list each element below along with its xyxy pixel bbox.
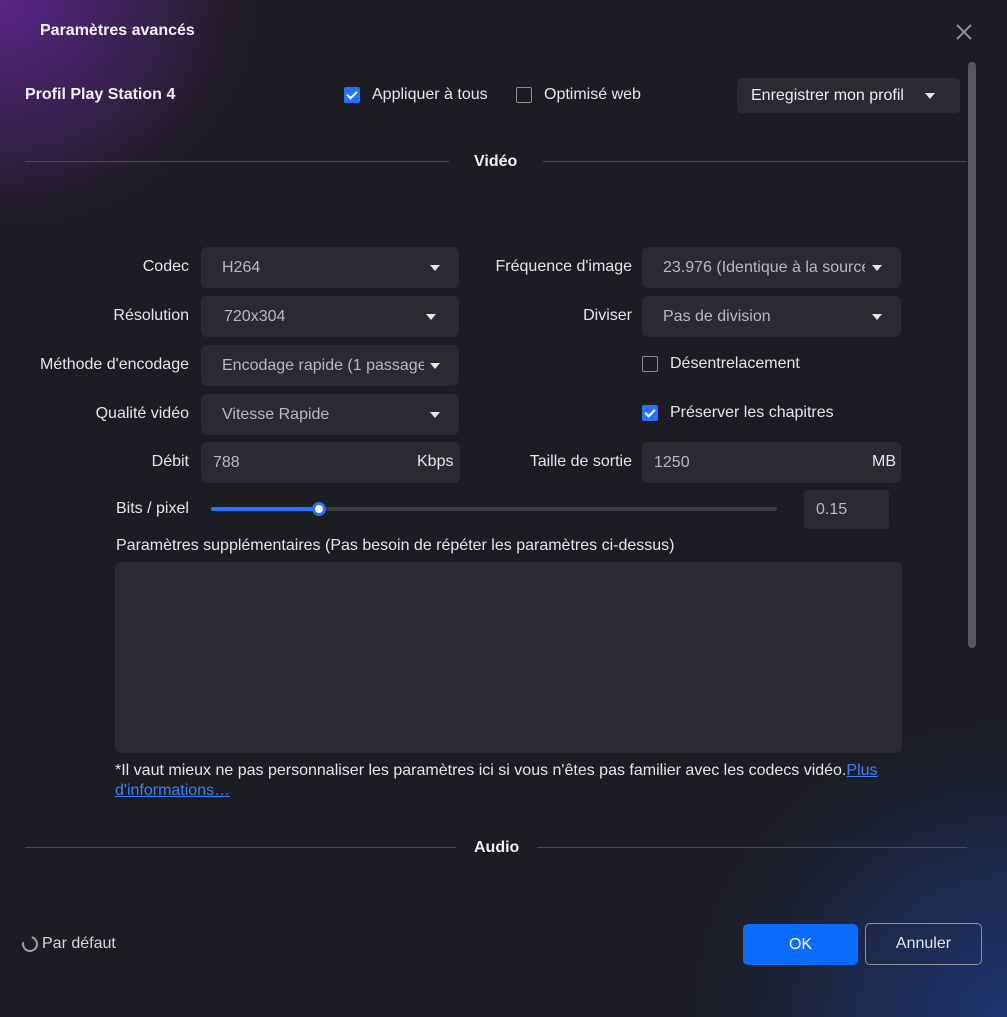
encoding-method-value: Encodage rapide (1 passage) [222, 356, 424, 374]
save-profile-dropdown[interactable]: Enregistrer mon profil [737, 78, 960, 113]
close-icon[interactable] [952, 20, 976, 44]
profile-name: Profil Play Station 4 [25, 86, 176, 103]
checkbox-unchecked-icon [642, 356, 658, 372]
quality-label: Qualité vidéo [95, 405, 189, 422]
encoding-method-label: Méthode d'encodage [40, 356, 189, 373]
video-section-title: Vidéo [474, 153, 518, 170]
encoding-method-select[interactable]: Encodage rapide (1 passage) [201, 345, 459, 386]
codec-label: Codec [142, 258, 189, 275]
chevron-down-icon [872, 314, 882, 320]
output-size-label: Taille de sortie [529, 453, 632, 470]
section-divider [25, 847, 456, 848]
chevron-down-icon [426, 314, 436, 320]
chevron-down-icon [430, 265, 440, 271]
bitrate-unit: Kbps [417, 453, 454, 470]
deinterlace-checkbox[interactable]: Désentrelacement [642, 355, 800, 373]
bits-per-pixel-label: Bits / pixel [116, 500, 189, 517]
checkbox-unchecked-icon [516, 87, 532, 103]
section-divider [537, 847, 967, 848]
bits-per-pixel-slider-fill [211, 507, 319, 511]
output-size-value: 1250 [654, 453, 690, 471]
reset-default-button[interactable]: Par défaut [19, 933, 116, 955]
chevron-down-icon [430, 363, 440, 369]
codec-select[interactable]: H264 [201, 247, 459, 288]
checkbox-checked-icon [344, 87, 360, 103]
resolution-value: 720x304 [224, 307, 286, 325]
dialog-title: Paramètres avancés [40, 22, 195, 39]
save-profile-label: Enregistrer mon profil [751, 86, 904, 104]
web-optimized-label: Optimisé web [544, 86, 641, 103]
frame-rate-label: Fréquence d'image [495, 258, 632, 275]
extra-params-label: Paramètres supplémentaires (Pas besoin d… [116, 537, 675, 554]
preserve-chapters-label: Préserver les chapitres [670, 404, 834, 421]
preserve-chapters-checkbox[interactable]: Préserver les chapitres [642, 404, 834, 422]
split-label: Diviser [583, 307, 632, 324]
web-optimized-checkbox[interactable]: Optimisé web [516, 86, 641, 104]
frame-rate-select[interactable]: 23.976 (Identique à la source) [642, 247, 901, 288]
split-value: Pas de division [663, 307, 771, 325]
apply-all-checkbox[interactable]: Appliquer à tous [344, 86, 488, 104]
bits-per-pixel-input[interactable]: 0.15 [804, 490, 889, 529]
bitrate-input[interactable]: 788 Kbps [201, 442, 460, 483]
resolution-label: Résolution [113, 307, 189, 324]
bits-per-pixel-slider-thumb[interactable] [312, 502, 326, 516]
codec-value: H264 [222, 258, 261, 276]
apply-all-label: Appliquer à tous [372, 86, 488, 103]
output-size-input[interactable]: 1250 MB [642, 442, 901, 483]
reset-icon [19, 933, 41, 955]
section-divider [543, 161, 967, 162]
cancel-button[interactable]: Annuler [865, 923, 982, 965]
checkbox-checked-icon [642, 405, 658, 421]
bitrate-value: 788 [213, 453, 240, 471]
scrollbar-thumb[interactable] [968, 62, 976, 648]
chevron-down-icon [925, 93, 935, 99]
ok-button[interactable]: OK [743, 924, 858, 965]
note-text: *Il vaut mieux ne pas personnaliser les … [115, 762, 847, 779]
codec-warning-note: *Il vaut mieux ne pas personnaliser les … [115, 761, 915, 801]
reset-label: Par défaut [42, 935, 116, 952]
audio-section-title: Audio [474, 839, 520, 856]
output-size-unit: MB [872, 453, 896, 470]
resolution-select[interactable]: 720x304 [201, 296, 459, 337]
extra-params-textarea[interactable] [115, 562, 902, 753]
bits-per-pixel-value: 0.15 [816, 500, 848, 518]
chevron-down-icon [872, 265, 882, 271]
bitrate-label: Débit [151, 453, 189, 470]
quality-select[interactable]: Vitesse Rapide [201, 394, 459, 435]
frame-rate-value: 23.976 (Identique à la source) [663, 258, 865, 276]
split-select[interactable]: Pas de division [642, 296, 901, 337]
quality-value: Vitesse Rapide [222, 405, 330, 423]
section-divider [25, 161, 449, 162]
deinterlace-label: Désentrelacement [670, 355, 800, 372]
chevron-down-icon [430, 412, 440, 418]
